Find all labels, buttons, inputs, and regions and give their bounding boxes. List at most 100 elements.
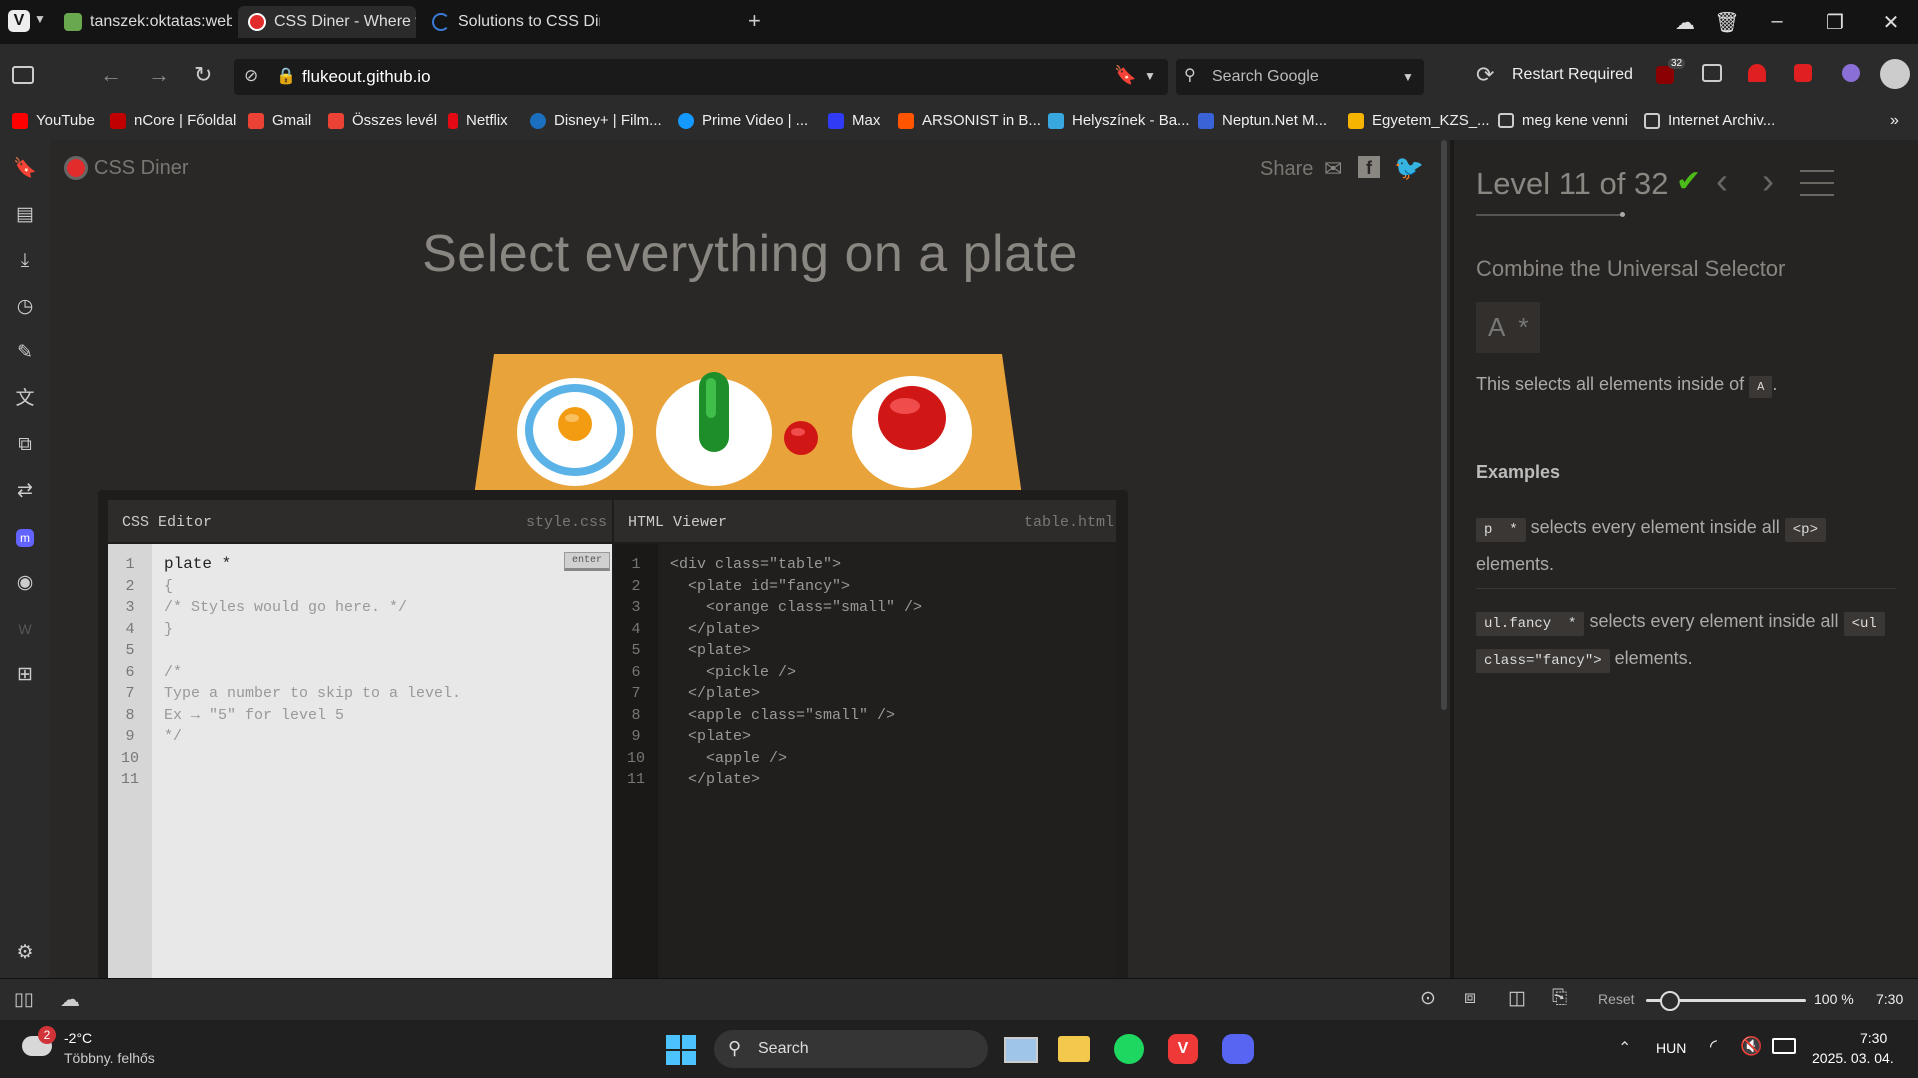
spotify-icon[interactable]: [1114, 1034, 1144, 1064]
panel-toggle-icon[interactable]: ▯▯: [14, 989, 34, 1010]
bookmark-disney[interactable]: Disney+ | Film...: [530, 112, 662, 129]
apple-small[interactable]: [784, 421, 818, 455]
close-window-button[interactable]: ✕: [1876, 10, 1906, 35]
weather-desc[interactable]: Többny. felhős: [64, 1050, 155, 1066]
minimize-button[interactable]: –: [1762, 10, 1792, 33]
bookmark-ncore[interactable]: nCore | Főoldal: [110, 112, 236, 129]
bookmark-osszes-level[interactable]: Összes levél: [328, 112, 437, 129]
back-button[interactable]: ←: [100, 62, 122, 88]
bookmark-max[interactable]: Max: [828, 112, 880, 129]
html-line[interactable]: 2 <plate id="fancy">: [614, 576, 922, 598]
windows-start-icon[interactable]: [666, 1035, 696, 1065]
weather-temp[interactable]: -2°C: [64, 1030, 92, 1046]
reading-list-icon[interactable]: ▤: [12, 202, 38, 228]
maximize-button[interactable]: ❐: [1820, 10, 1850, 35]
new-tab-button[interactable]: +: [748, 8, 761, 34]
bookmark-internet-archive[interactable]: Internet Archiv...: [1644, 112, 1775, 129]
twitter-icon[interactable]: 🐦: [1394, 154, 1424, 183]
bookmark-neptun[interactable]: Neptun.Net M...: [1198, 112, 1327, 129]
bookmarks-panel-icon[interactable]: 🔖: [12, 156, 38, 182]
page-actions-icon[interactable]: ◫: [1508, 987, 1526, 1010]
restart-required-button[interactable]: Restart Required: [1512, 66, 1633, 84]
facebook-icon[interactable]: f: [1358, 156, 1380, 178]
capture-icon[interactable]: ⊙: [1420, 987, 1436, 1010]
youtube-ext-icon[interactable]: [1748, 64, 1766, 82]
html-line[interactable]: 6 <pickle />: [614, 662, 922, 684]
bookmark-youtube[interactable]: YouTube: [12, 112, 95, 129]
volume-muted-icon[interactable]: 🔇: [1740, 1036, 1762, 1057]
apple-plate[interactable]: [852, 376, 972, 488]
tab-css-diner[interactable]: CSS Diner - Where we feast: [238, 6, 416, 38]
globe-icon[interactable]: ◉: [12, 570, 38, 596]
bookmarks-overflow-icon[interactable]: »: [1890, 112, 1899, 130]
notes-icon[interactable]: ✎: [12, 340, 38, 366]
profile-avatar[interactable]: [1880, 59, 1910, 89]
zoom-slider-thumb[interactable]: [1660, 991, 1680, 1011]
css-input[interactable]: plate *: [152, 554, 231, 576]
fancy-plate[interactable]: [517, 378, 633, 486]
cloud-sync-icon[interactable]: ☁: [1670, 10, 1700, 35]
zoom-slider[interactable]: [1646, 991, 1806, 1011]
html-line[interactable]: 8 <apple class="small" />: [614, 705, 922, 727]
battery-icon[interactable]: [1772, 1038, 1796, 1054]
dislike-ext-icon[interactable]: [1794, 64, 1812, 82]
css-diner-logo[interactable]: CSS Diner: [94, 157, 188, 180]
wifi-icon[interactable]: ◜: [1710, 1036, 1717, 1057]
html-line[interactable]: 11 </plate>: [614, 769, 922, 791]
wikipedia-icon[interactable]: W: [12, 616, 38, 642]
page-scrollbar[interactable]: [1441, 140, 1447, 710]
taskbar-search[interactable]: ⚲ Search: [714, 1030, 988, 1068]
compass-ext-icon[interactable]: [1842, 64, 1860, 82]
bookmark-helyszinek[interactable]: Helyszínek - Ba...: [1048, 112, 1190, 129]
url-field[interactable]: ⊘ 🔒 flukeout.github.io 🔖 ▼: [234, 59, 1168, 95]
bookmark-egyetem[interactable]: Egyetem_KZS_...: [1348, 112, 1490, 129]
translate-icon[interactable]: 文: [12, 386, 38, 412]
photos-app-icon[interactable]: [1004, 1037, 1038, 1063]
restart-icon[interactable]: ⟳: [1476, 62, 1494, 88]
search-field[interactable]: ⚲ Search Google ▼: [1176, 59, 1424, 95]
discord-icon[interactable]: [1222, 1034, 1254, 1064]
tray-overflow-icon[interactable]: ⌃: [1618, 1038, 1631, 1058]
zoom-reset-button[interactable]: Reset: [1598, 991, 1635, 1007]
html-line[interactable]: 10 <apple />: [614, 748, 922, 770]
email-icon[interactable]: ✉: [1324, 156, 1342, 182]
language-indicator[interactable]: HUN: [1656, 1040, 1686, 1056]
tab-solutions[interactable]: Solutions to CSS Diner | anc: [422, 6, 600, 38]
chevron-down-icon[interactable]: ▼: [34, 12, 46, 26]
tiling-icon[interactable]: ⧈: [1464, 987, 1476, 1009]
bookmark-gmail[interactable]: Gmail: [248, 112, 311, 129]
sync-icon[interactable]: ⇄: [12, 478, 38, 504]
vivaldi-taskbar-icon[interactable]: V: [1168, 1034, 1198, 1064]
window-panel-icon[interactable]: ⧉: [12, 432, 38, 458]
html-line[interactable]: 3 <orange class="small" />: [614, 597, 922, 619]
chevron-down-icon[interactable]: ▼: [1402, 70, 1414, 84]
next-level-button[interactable]: ›: [1762, 160, 1774, 202]
html-line[interactable]: 5 <plate>: [614, 640, 922, 662]
history-icon[interactable]: ◷: [12, 294, 38, 320]
vivaldi-menu-button[interactable]: V: [8, 10, 30, 32]
downloads-icon[interactable]: ⤓: [12, 248, 38, 274]
bookmark-folder-meg-kene-venni[interactable]: meg kene venni: [1498, 112, 1628, 129]
forward-button[interactable]: →: [148, 62, 170, 88]
bookmark-prime-video[interactable]: Prime Video | ...: [678, 112, 808, 129]
mastodon-icon[interactable]: m: [12, 524, 38, 550]
add-panel-icon[interactable]: ⊞: [12, 662, 38, 688]
html-line[interactable]: 1 <div class="table">: [614, 554, 922, 576]
html-line[interactable]: 7 </plate>: [614, 683, 922, 705]
prev-level-button[interactable]: ‹: [1716, 160, 1728, 202]
shield-icon[interactable]: ⊘: [244, 66, 258, 86]
taskbar-time[interactable]: 7:30: [1860, 1030, 1887, 1046]
reload-button[interactable]: ↻: [194, 62, 212, 88]
reader-icon[interactable]: [1702, 64, 1722, 82]
trash-icon[interactable]: 🗑: [1712, 10, 1742, 35]
bookmark-arsonist[interactable]: ARSONIST in B...: [898, 112, 1041, 129]
tab-tanszek[interactable]: tanszek:oktatas:web_techno: [54, 6, 232, 38]
file-explorer-icon[interactable]: [1058, 1036, 1090, 1062]
enter-button[interactable]: enter: [564, 552, 611, 571]
bookmark-icon[interactable]: 🔖: [1114, 65, 1136, 86]
html-line[interactable]: 4 </plate>: [614, 619, 922, 641]
bookmark-netflix[interactable]: Netflix: [448, 112, 508, 129]
taskbar-date[interactable]: 2025. 03. 04.: [1812, 1050, 1894, 1066]
settings-gear-icon[interactable]: ⚙: [12, 940, 38, 966]
chevron-down-icon[interactable]: ▼: [1144, 69, 1156, 83]
